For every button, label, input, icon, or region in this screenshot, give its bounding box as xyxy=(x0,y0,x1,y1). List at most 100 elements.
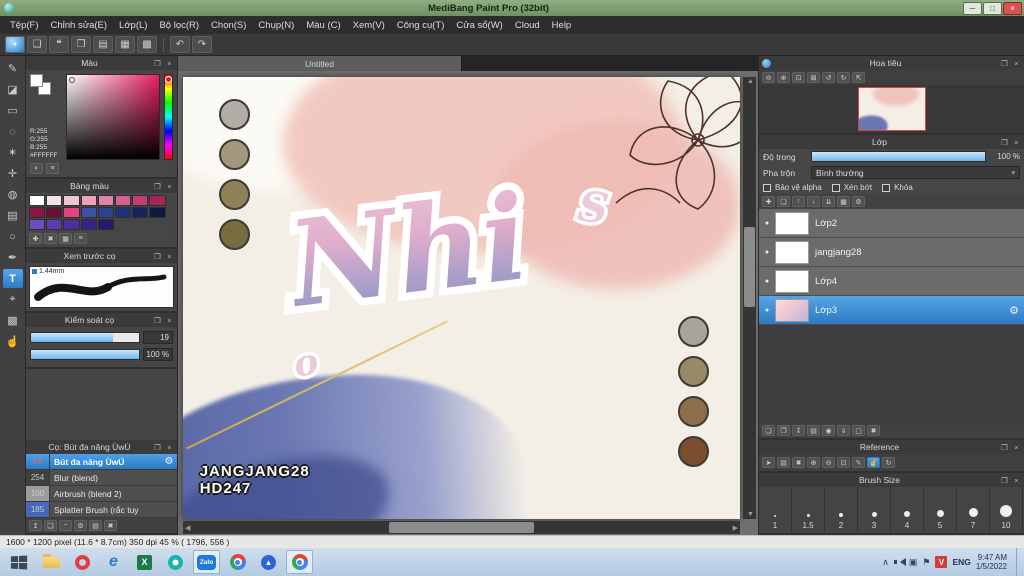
ref-zoom-out-icon[interactable]: ⊖ xyxy=(822,457,835,468)
brush-folder-icon[interactable]: ▤ xyxy=(89,520,102,531)
duplicate-layer-icon[interactable]: ❏ xyxy=(777,196,790,207)
ref-zoom-in-icon[interactable]: ⊕ xyxy=(807,457,820,468)
palette-swatch[interactable] xyxy=(63,219,80,230)
popout-icon[interactable]: ❐ xyxy=(1000,476,1009,485)
close-button[interactable]: × xyxy=(1003,1,1022,15)
menu-edit[interactable]: Chỉnh sửa(E) xyxy=(45,18,114,33)
palette-swatch[interactable] xyxy=(114,207,132,218)
layer-visibility-icon[interactable]: ● xyxy=(759,307,775,314)
internet-explorer-icon[interactable]: e xyxy=(100,550,127,574)
palette-swatch[interactable] xyxy=(149,195,166,206)
pen-path-tool-icon[interactable]: ✒ xyxy=(3,248,23,267)
brush-row[interactable]: 100 Airbrush (blend 2) xyxy=(26,486,177,502)
navigator-thumbnail[interactable] xyxy=(857,87,926,131)
palette-swatch[interactable] xyxy=(149,207,166,218)
brush-size-value[interactable]: 19 xyxy=(143,331,173,344)
marquee-tool-icon[interactable]: ▭ xyxy=(3,101,23,120)
close-icon[interactable]: × xyxy=(165,59,174,68)
brush-size-option[interactable]: 3 xyxy=(858,487,891,533)
clipping-checkbox[interactable] xyxy=(831,183,840,192)
layer-row-selected[interactable]: ● Lớp3 ⚙ xyxy=(759,296,1024,325)
brush-row[interactable]: 185 Splatter Brush (rắc tuy xyxy=(26,502,177,518)
color-slider-icon[interactable]: ≡ xyxy=(46,163,59,174)
palette-swatch[interactable] xyxy=(97,219,114,230)
delete-layer-icon[interactable]: ✖ xyxy=(867,425,880,436)
brush-trash-icon[interactable]: ✖ xyxy=(104,520,117,531)
text-tool-icon[interactable]: T xyxy=(2,269,23,288)
pointer-icon[interactable]: ➤ xyxy=(762,457,775,468)
close-icon[interactable]: × xyxy=(1012,138,1021,147)
gradient-tool-icon[interactable]: ▤ xyxy=(3,206,23,225)
volume-icon[interactable] xyxy=(893,557,906,567)
copy-layer-icon[interactable]: ❒ xyxy=(777,425,790,436)
language-indicator[interactable]: ENG xyxy=(952,557,970,567)
brush-size-option[interactable]: 4 xyxy=(891,487,924,533)
taskbar-clock[interactable]: 9:47 AM 1/5/2022 xyxy=(976,553,1011,571)
menu-filter[interactable]: Bộ lọc(R) xyxy=(153,18,205,33)
network-icon[interactable]: ⚑ xyxy=(922,557,930,568)
start-button[interactable] xyxy=(0,548,36,576)
menu-capture[interactable]: Chụp(N) xyxy=(252,18,300,33)
layer-grid-icon[interactable]: ▦ xyxy=(837,196,850,207)
merge-down-icon[interactable]: ⇊ xyxy=(822,196,835,207)
reset-view-icon[interactable]: ⇱ xyxy=(852,72,865,83)
hue-slider[interactable] xyxy=(164,74,173,160)
foreground-background-swatch[interactable] xyxy=(30,74,54,96)
brush-settings-gear-icon[interactable]: ⚙ xyxy=(161,456,177,467)
layer-opacity-slider[interactable] xyxy=(811,151,986,162)
select-grid-icon[interactable]: ▦ xyxy=(115,36,135,53)
document-tab[interactable]: Untitled xyxy=(178,56,463,71)
eyedropper-icon[interactable]: ✎ xyxy=(852,457,865,468)
menu-color[interactable]: Màu (C) xyxy=(300,18,346,33)
open-reference-icon[interactable]: ▤ xyxy=(777,457,790,468)
layer-row[interactable]: ● Lớp2 xyxy=(759,209,1024,238)
layer-visibility-icon[interactable]: ● xyxy=(759,249,775,256)
palette-swatch[interactable] xyxy=(29,207,46,218)
delete-swatch-icon[interactable]: ✖ xyxy=(44,233,57,244)
zalo-icon[interactable]: Zalo xyxy=(193,550,220,574)
fill-tool-icon[interactable]: ◍ xyxy=(3,185,23,204)
unikey-icon[interactable]: V xyxy=(935,556,948,568)
palette-swatch[interactable] xyxy=(80,207,97,218)
close-icon[interactable]: × xyxy=(165,252,174,261)
brush-size-option[interactable]: 5 xyxy=(924,487,957,533)
snapshot-icon[interactable]: ◉ xyxy=(822,425,835,436)
panel-layout-icon[interactable]: ▤ xyxy=(93,36,113,53)
shape-tool-icon[interactable]: ○ xyxy=(3,227,23,246)
move-layer-up-icon[interactable]: ↑ xyxy=(792,196,805,207)
eraser-tool-icon[interactable]: ◪ xyxy=(3,80,23,99)
layer-row[interactable]: ● jangjang28 xyxy=(759,238,1024,267)
menu-file[interactable]: Tệp(F) xyxy=(4,18,45,33)
swatch-list-view-icon[interactable]: ≡ xyxy=(74,233,87,244)
new-brush-icon[interactable]: ❑ xyxy=(44,520,57,531)
brush-move-up-icon[interactable]: ↥ xyxy=(29,520,42,531)
hue-marker[interactable] xyxy=(165,76,172,83)
palette-swatch[interactable] xyxy=(97,195,114,206)
add-swatch-icon[interactable]: ✚ xyxy=(29,233,42,244)
layer-settings-icon[interactable]: ⚙ xyxy=(852,196,865,207)
close-icon[interactable]: × xyxy=(165,182,174,191)
horizontal-scrollbar[interactable]: ◀ ▶ xyxy=(183,521,740,534)
move-layer-down-icon[interactable]: ↓ xyxy=(807,196,820,207)
palette-swatch[interactable] xyxy=(114,195,132,206)
close-icon[interactable]: × xyxy=(1012,59,1021,68)
fit-window-icon[interactable]: ⊡ xyxy=(792,72,805,83)
ref-fit-icon[interactable]: ⊡ xyxy=(837,457,850,468)
file-explorer-icon[interactable] xyxy=(38,550,65,574)
add-layer-icon[interactable]: ✚ xyxy=(762,196,775,207)
coccoc-browser-icon[interactable] xyxy=(162,550,189,574)
layer-visibility-icon[interactable]: ● xyxy=(759,220,775,227)
alpha-lock-checkbox[interactable] xyxy=(763,183,771,192)
import-layer-icon[interactable]: ↧ xyxy=(792,425,805,436)
menu-cloud[interactable]: Cloud xyxy=(509,18,546,33)
maximize-button[interactable]: □ xyxy=(983,1,1002,15)
opera-browser-icon[interactable] xyxy=(69,550,96,574)
merge-layers-icon[interactable]: ⇓ xyxy=(837,425,850,436)
brush-size-option[interactable]: 10 xyxy=(990,487,1023,533)
brush-size-option[interactable]: 7 xyxy=(957,487,990,533)
new-layer-icon[interactable]: ❑ xyxy=(762,425,775,436)
brush-opacity-value[interactable]: 100 % xyxy=(143,348,173,361)
palette-swatch[interactable] xyxy=(29,219,46,230)
palette-swatch[interactable] xyxy=(46,207,63,218)
navigator-panel-icon[interactable] xyxy=(762,58,771,68)
